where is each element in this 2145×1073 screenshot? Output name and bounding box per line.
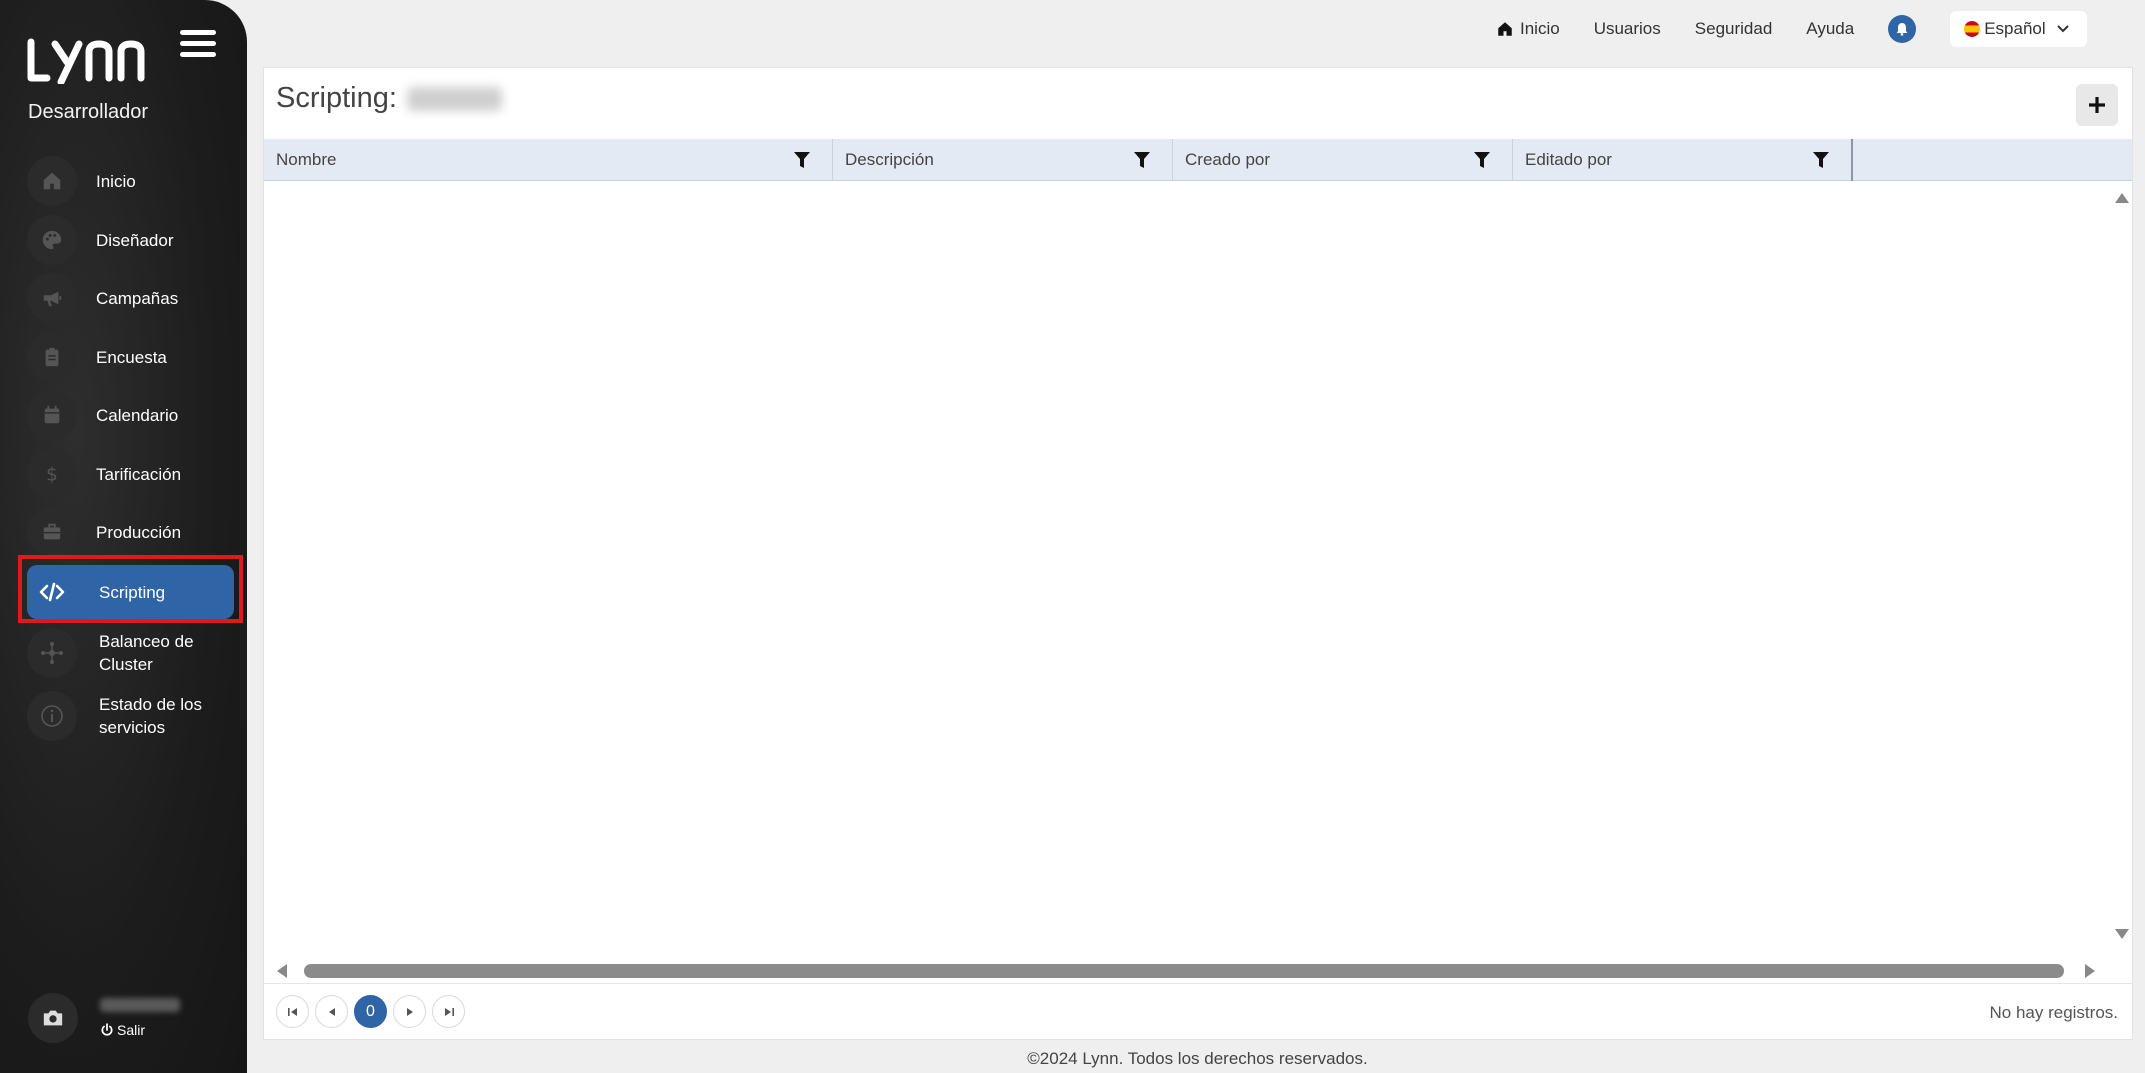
info-icon — [27, 691, 77, 741]
column-label: Nombre — [276, 150, 337, 169]
logout-button[interactable]: Salir — [100, 1022, 180, 1038]
user-panel: Salir — [28, 993, 180, 1043]
column-label: Editado por — [1525, 150, 1612, 169]
grid-header: Nombre Descripción Creado por Editado po… — [264, 139, 2132, 181]
grid-body — [264, 181, 2132, 961]
notifications-button[interactable] — [1888, 15, 1917, 43]
scroll-down-arrow[interactable] — [2114, 928, 2130, 940]
sidebar-item-tarificacion[interactable]: $ Tarificación — [27, 447, 234, 501]
topnav-users-link[interactable]: Usuarios — [1594, 19, 1661, 39]
home-icon — [1498, 22, 1512, 36]
title-redacted — [406, 86, 502, 111]
bell-icon — [1896, 23, 1908, 36]
previous-page-button[interactable] — [315, 995, 348, 1028]
no-records-text: No hay registros. — [1989, 1003, 2119, 1022]
sidebar-item-encuesta[interactable]: Encuesta — [27, 330, 234, 384]
chevron-down-icon — [2056, 25, 2069, 33]
hamburger-bar — [180, 30, 216, 35]
lynn-logo — [27, 38, 145, 84]
footer-copyright: ©2024 Lynn. Todos los derechos reservado… — [1027, 1049, 1368, 1068]
column-label: Descripción — [845, 150, 934, 169]
svg-text:$: $ — [46, 464, 58, 485]
filter-icon[interactable] — [794, 151, 810, 169]
last-page-button[interactable] — [432, 995, 465, 1028]
page-title-text: Scripting: — [276, 82, 397, 114]
sidebar: Desarrollador Inicio Diseñador Campañas … — [0, 0, 247, 1073]
megaphone-icon — [27, 273, 77, 323]
menu-toggle-button[interactable] — [180, 30, 216, 62]
sidebar-item-label: Producción — [96, 522, 182, 542]
language-selector[interactable]: Español — [1950, 11, 2088, 47]
column-label: Creado por — [1185, 150, 1271, 169]
sidebar-item-scripting[interactable]: Scripting — [27, 565, 234, 619]
sidebar-item-label: Campañas — [96, 288, 179, 308]
cluster-icon — [27, 628, 77, 678]
topnav-home-link[interactable]: Inicio — [1496, 19, 1560, 39]
next-page-button[interactable] — [393, 995, 426, 1028]
scroll-right-arrow[interactable] — [2084, 963, 2096, 979]
briefcase-icon — [27, 507, 77, 557]
camera-icon[interactable] — [28, 993, 78, 1043]
topnav-home-label: Inicio — [1520, 19, 1560, 38]
clipboard-icon — [27, 332, 77, 382]
sidebar-item-produccion[interactable]: Producción — [27, 505, 234, 559]
column-header-editado-por[interactable]: Editado por — [1513, 139, 1853, 181]
column-header-descripcion[interactable]: Descripción — [833, 139, 1173, 181]
filter-icon[interactable] — [1813, 151, 1829, 169]
sidebar-item-estado[interactable]: Estado de los servicios — [27, 686, 234, 746]
palette-icon — [27, 215, 77, 265]
caret-left-icon — [328, 1007, 335, 1016]
sidebar-item-label: Scripting — [99, 582, 166, 602]
page-title: Scripting: — [276, 82, 502, 115]
calendar-icon — [27, 390, 77, 440]
sidebar-item-label: Inicio — [96, 171, 136, 191]
sidebar-item-disenador[interactable]: Diseñador — [27, 213, 234, 267]
sidebar-item-label: Balanceo de Cluster — [99, 632, 194, 674]
code-icon — [27, 567, 77, 617]
caret-right-icon — [406, 1007, 413, 1016]
column-header-creado-por[interactable]: Creado por — [1173, 139, 1513, 181]
sidebar-item-label: Encuesta — [96, 347, 167, 367]
dollar-icon: $ — [27, 449, 77, 499]
sidebar-item-inicio[interactable]: Inicio — [27, 154, 234, 208]
plus-icon — [2089, 97, 2105, 113]
column-header-nombre[interactable]: Nombre — [264, 139, 833, 181]
user-role: Desarrollador — [28, 101, 149, 123]
sidebar-item-balanceo[interactable]: Balanceo de Cluster — [27, 623, 234, 683]
horizontal-scrollbar[interactable] — [264, 956, 2132, 982]
logout-label: Salir — [117, 1022, 146, 1038]
current-page-button[interactable]: 0 — [354, 995, 387, 1028]
hamburger-bar — [180, 41, 216, 46]
hamburger-bar — [180, 52, 216, 57]
home-icon — [27, 156, 77, 206]
sidebar-item-label: Diseñador — [96, 230, 174, 250]
power-icon — [101, 1023, 113, 1036]
filter-icon[interactable] — [1474, 151, 1490, 169]
scroll-up-arrow[interactable] — [2114, 192, 2130, 204]
scroll-left-arrow[interactable] — [276, 963, 288, 979]
topnav-help-link[interactable]: Ayuda — [1806, 19, 1854, 39]
language-label: Español — [1984, 19, 2046, 38]
first-page-button[interactable] — [276, 995, 309, 1028]
sidebar-item-campanas[interactable]: Campañas — [27, 271, 234, 325]
last-page-icon — [444, 1007, 454, 1016]
sidebar-item-label: Tarificación — [96, 464, 182, 484]
sidebar-item-calendario[interactable]: Calendario — [27, 388, 234, 442]
add-script-button[interactable] — [2076, 84, 2118, 126]
first-page-icon — [287, 1007, 297, 1016]
scripting-panel: Scripting: Nombre Descripción Creado por… — [263, 67, 2133, 1040]
pager: 0 No hay registros. — [264, 983, 2132, 1039]
topnav-security-link[interactable]: Seguridad — [1695, 19, 1773, 39]
sidebar-item-label: Estado de los servicios — [99, 695, 203, 737]
filter-icon[interactable] — [1134, 151, 1150, 169]
sidebar-item-label: Calendario — [96, 405, 179, 425]
spain-flag-icon — [1964, 21, 1981, 37]
user-name-redacted — [100, 998, 180, 1012]
scrollbar-thumb[interactable] — [304, 964, 2064, 978]
top-navigation: Inicio Usuarios Seguridad Ayuda Español — [1496, 11, 2088, 47]
